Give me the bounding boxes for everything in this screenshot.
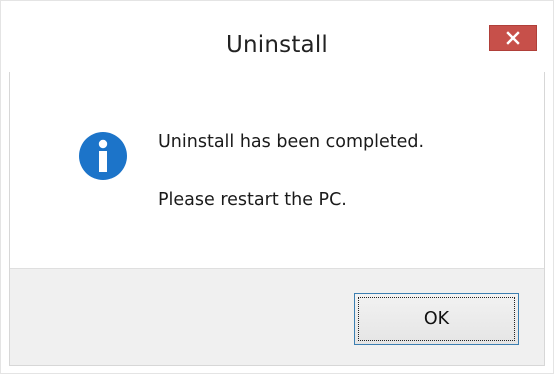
ok-button[interactable]: OK <box>354 293 519 345</box>
message-line-completed: Uninstall has been completed. <box>158 132 425 152</box>
close-button[interactable] <box>489 25 537 51</box>
close-icon <box>490 26 536 50</box>
title-bar[interactable]: Uninstall <box>0 0 554 72</box>
ok-button-label: OK <box>423 309 450 329</box>
uninstall-dialog: Uninstall Uninstall has been completed. … <box>0 0 554 374</box>
message-area: Uninstall has been completed. Please res… <box>10 72 544 268</box>
info-icon <box>78 131 128 181</box>
button-bar: OK <box>10 268 544 365</box>
message-line-restart: Please restart the PC. <box>158 190 347 210</box>
window-title: Uninstall <box>225 32 329 58</box>
dialog-body: Uninstall has been completed. Please res… <box>9 72 545 366</box>
